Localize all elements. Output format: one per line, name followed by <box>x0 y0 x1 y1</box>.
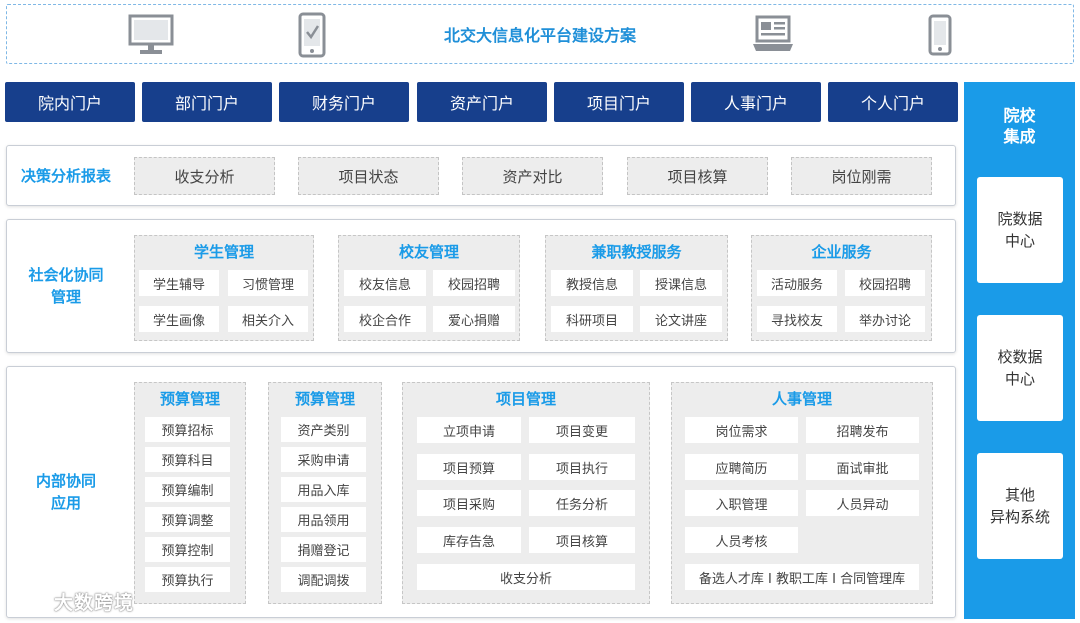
other-heterogeneous-systems[interactable]: 其他 异构系统 <box>977 453 1063 559</box>
cell-project-item[interactable]: 项目变更 <box>529 417 635 443</box>
cell-activity-service[interactable]: 活动服务 <box>757 270 837 296</box>
cell-budget-item[interactable]: 预算控制 <box>145 537 230 562</box>
cell-campus-recruitment[interactable]: 校园招聘 <box>433 270 515 296</box>
cell-paper-lecture[interactable]: 论文讲座 <box>640 306 722 332</box>
cell-teaching-info[interactable]: 授课信息 <box>640 270 722 296</box>
cell-project-item[interactable]: 项目执行 <box>529 454 635 480</box>
portal-button-institute[interactable]: 院内门户 <box>5 82 135 122</box>
group-title: 兼职教授服务 <box>591 242 682 261</box>
cell-budget-item[interactable]: 预算调整 <box>145 507 230 532</box>
cell-habit-management[interactable]: 习惯管理 <box>228 270 308 296</box>
integration-title: 院校 集成 <box>1003 106 1036 146</box>
portal-button-finance[interactable]: 财务门户 <box>279 82 409 122</box>
portal-button-assets[interactable]: 资产门户 <box>417 82 547 122</box>
mobile-phone-icon <box>928 14 952 56</box>
cell-project-item[interactable]: 项目预算 <box>417 454 521 480</box>
portal-button-department[interactable]: 部门门户 <box>142 82 272 122</box>
report-project-status[interactable]: 项目状态 <box>298 157 439 195</box>
cell-find-alumni[interactable]: 寻找校友 <box>757 306 837 332</box>
cell-project-item[interactable]: 库存告急 <box>417 527 521 553</box>
report-position-demand[interactable]: 岗位刚需 <box>791 157 932 195</box>
cell-project-income-analysis[interactable]: 收支分析 <box>417 564 635 590</box>
group-title: 企业服务 <box>811 242 872 261</box>
cell-hr-item[interactable]: 人员考核 <box>685 527 798 553</box>
smartphone-check-icon <box>298 12 326 58</box>
portal-button-personal[interactable]: 个人门户 <box>828 82 958 122</box>
report-project-accounting[interactable]: 项目核算 <box>627 157 768 195</box>
group-title: 预算管理 <box>294 389 355 408</box>
cell-hr-item[interactable]: 人员异动 <box>806 490 919 516</box>
cell-school-enterprise[interactable]: 校企合作 <box>344 306 426 332</box>
group-title: 人事管理 <box>771 389 832 408</box>
college-data-center[interactable]: 院数据 中心 <box>977 177 1063 283</box>
report-income-expense[interactable]: 收支分析 <box>134 157 275 195</box>
cell-asset-item[interactable]: 资产类别 <box>281 417 366 442</box>
cell-student-tutoring[interactable]: 学生辅导 <box>139 270 219 296</box>
cell-host-discussion[interactable]: 举办讨论 <box>845 306 925 332</box>
report-asset-comparison[interactable]: 资产对比 <box>462 157 603 195</box>
cell-hr-item[interactable]: 应聘简历 <box>685 454 798 480</box>
cell-asset-item[interactable]: 用品入库 <box>281 477 366 502</box>
decision-panel-label: 决策分析报表 <box>20 166 111 185</box>
watermark: 大数跨境 <box>7 586 135 617</box>
cell-professor-info[interactable]: 教授信息 <box>551 270 633 296</box>
university-data-center[interactable]: 校数据 中心 <box>977 315 1063 421</box>
portal-button-hr[interactable]: 人事门户 <box>691 82 821 122</box>
cell-hr-item[interactable]: 面试审批 <box>806 454 919 480</box>
cell-related-intervention[interactable]: 相关介入 <box>228 306 308 332</box>
cell-hr-talent-pools[interactable]: 备选人才库 I 教职工库 I 合同管理库 <box>685 564 919 590</box>
cell-project-item[interactable]: 任务分析 <box>529 490 635 516</box>
cell-project-item[interactable]: 立项申请 <box>417 417 521 443</box>
group-title: 预算管理 <box>159 389 220 408</box>
cell-asset-item[interactable]: 用品领用 <box>281 507 366 532</box>
cell-asset-item[interactable]: 捐赠登记 <box>281 537 366 562</box>
cell-budget-item[interactable]: 预算科目 <box>145 447 230 472</box>
cell-student-profile[interactable]: 学生画像 <box>139 306 219 332</box>
cell-hr-item[interactable]: 入职管理 <box>685 490 798 516</box>
cell-alumni-info[interactable]: 校友信息 <box>344 270 426 296</box>
cell-budget-item[interactable]: 预算招标 <box>145 417 230 442</box>
desktop-monitor-icon <box>128 14 176 56</box>
cell-hr-item[interactable]: 岗位需求 <box>685 417 798 443</box>
watermark-logo-icon <box>7 586 48 617</box>
group-title: 学生管理 <box>193 242 254 261</box>
group-title: 项目管理 <box>495 389 556 408</box>
internal-panel-label: 内部协同 应用 <box>35 472 96 512</box>
social-panel-label: 社会化协同 管理 <box>28 266 104 306</box>
cell-project-item[interactable]: 项目采购 <box>417 490 521 516</box>
laptop-icon <box>752 14 794 54</box>
cell-hr-item[interactable]: 招聘发布 <box>806 417 919 443</box>
cell-asset-item[interactable]: 调配调拨 <box>281 567 366 592</box>
cell-budget-item[interactable]: 预算执行 <box>145 567 230 592</box>
group-title: 校友管理 <box>398 242 459 261</box>
cell-asset-item[interactable]: 采购申请 <box>281 447 366 472</box>
cell-budget-item[interactable]: 预算编制 <box>145 477 230 502</box>
cell-campus-recruitment[interactable]: 校园招聘 <box>845 270 925 296</box>
portal-button-project[interactable]: 项目门户 <box>554 82 684 122</box>
cell-charity-donation[interactable]: 爱心捐赠 <box>433 306 515 332</box>
cell-project-item[interactable]: 项目核算 <box>529 527 635 553</box>
watermark-text: 大数跨境 <box>54 592 135 614</box>
cell-research-project[interactable]: 科研项目 <box>551 306 633 332</box>
